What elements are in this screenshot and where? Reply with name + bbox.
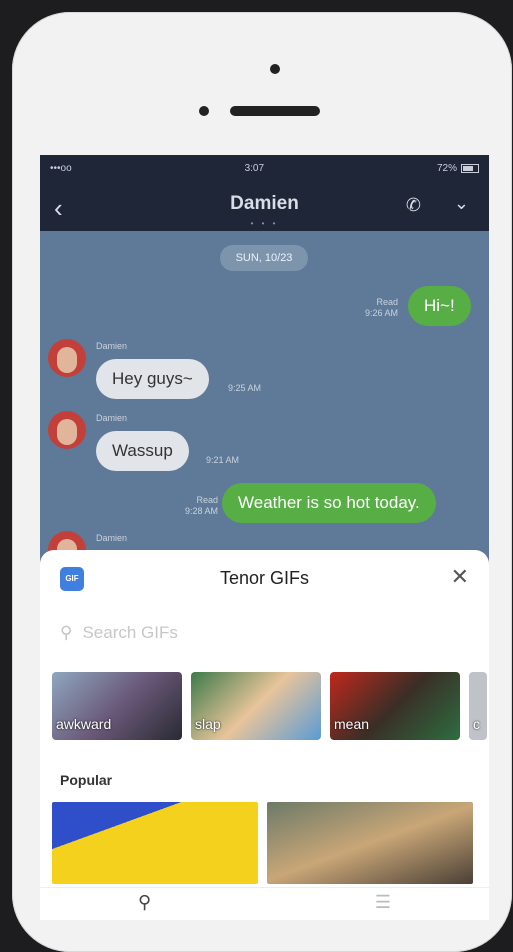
status-time: 3:07	[244, 162, 265, 174]
gif-thumbnail[interactable]	[52, 802, 258, 884]
earpiece-speaker	[230, 106, 320, 116]
gif-search-input[interactable]	[80, 622, 385, 644]
front-camera	[199, 106, 209, 116]
outgoing-message[interactable]: Hi~!	[408, 286, 471, 326]
gif-category-label: mean	[334, 716, 370, 732]
popular-gif-grid[interactable]	[52, 802, 473, 884]
app-screen: •••oo 3:07 72% ‹ Damien • • • ✆ ⌄ SUN, 1…	[40, 155, 489, 920]
gif-picker-tabs: ⚲ ☰	[40, 887, 489, 920]
gif-thumbnail[interactable]	[267, 802, 473, 884]
outgoing-message[interactable]: Weather is so hot today.	[222, 483, 436, 523]
search-tab-icon[interactable]: ⚲	[138, 892, 151, 913]
gif-category-tile[interactable]: slap	[191, 672, 321, 740]
read-receipt: Read	[376, 297, 398, 307]
message-time: 9:21 AM	[206, 455, 240, 465]
close-icon[interactable]: ✕	[451, 564, 469, 590]
signal-indicator: •••oo	[50, 162, 72, 174]
gif-category-tile[interactable]: c	[469, 672, 487, 740]
message-time: 9:25 AM	[228, 383, 262, 393]
message-time: 9:26 AM	[364, 308, 398, 318]
gif-category-label: slap	[195, 716, 221, 732]
message-meta: Read 9:28 AM	[158, 495, 218, 517]
gif-picker-sheet: GIF Tenor GIFs ✕ ⚲ awkward slap mean c P…	[40, 550, 489, 920]
avatar[interactable]	[48, 339, 86, 377]
message-meta: Read 9:26 AM	[330, 297, 398, 319]
status-bar: •••oo 3:07 72%	[40, 155, 489, 181]
list-tab-icon[interactable]: ☰	[375, 892, 391, 913]
gif-category-label: c	[473, 716, 480, 732]
avatar[interactable]	[48, 411, 86, 449]
gif-picker-title: Tenor GIFs	[219, 568, 310, 588]
message-time: 9:28 AM	[184, 506, 218, 516]
popular-section-title: Popular	[60, 772, 113, 788]
battery-indicator: 72%	[437, 163, 479, 174]
page-indicator: • • •	[250, 219, 279, 228]
sender-name: Damien	[96, 341, 128, 351]
incoming-message[interactable]: Hey guys~	[96, 359, 209, 399]
chat-header: ‹ Damien • • • ✆ ⌄	[40, 181, 489, 231]
chevron-down-icon[interactable]: ⌄	[454, 193, 469, 214]
battery-percent: 72%	[436, 162, 457, 174]
read-receipt: Read	[196, 495, 218, 505]
front-sensor	[270, 64, 280, 74]
search-icon: ⚲	[60, 623, 73, 642]
gif-picker-header: GIF Tenor GIFs ✕	[40, 550, 489, 610]
gif-category-tile[interactable]: awkward	[52, 672, 182, 740]
gif-search-bar[interactable]: ⚲	[60, 618, 469, 648]
sender-name: Damien	[96, 413, 128, 423]
gif-category-label: awkward	[56, 716, 112, 732]
phone-icon[interactable]: ✆	[406, 195, 421, 216]
gif-category-tile[interactable]: mean	[330, 672, 460, 740]
battery-icon	[461, 163, 479, 173]
chat-title[interactable]: Damien	[40, 193, 489, 215]
date-separator: SUN, 10/23	[220, 245, 308, 271]
sender-name: Damien	[96, 533, 128, 543]
incoming-message[interactable]: Wassup	[96, 431, 189, 471]
gif-category-row[interactable]: awkward slap mean c	[52, 672, 487, 740]
